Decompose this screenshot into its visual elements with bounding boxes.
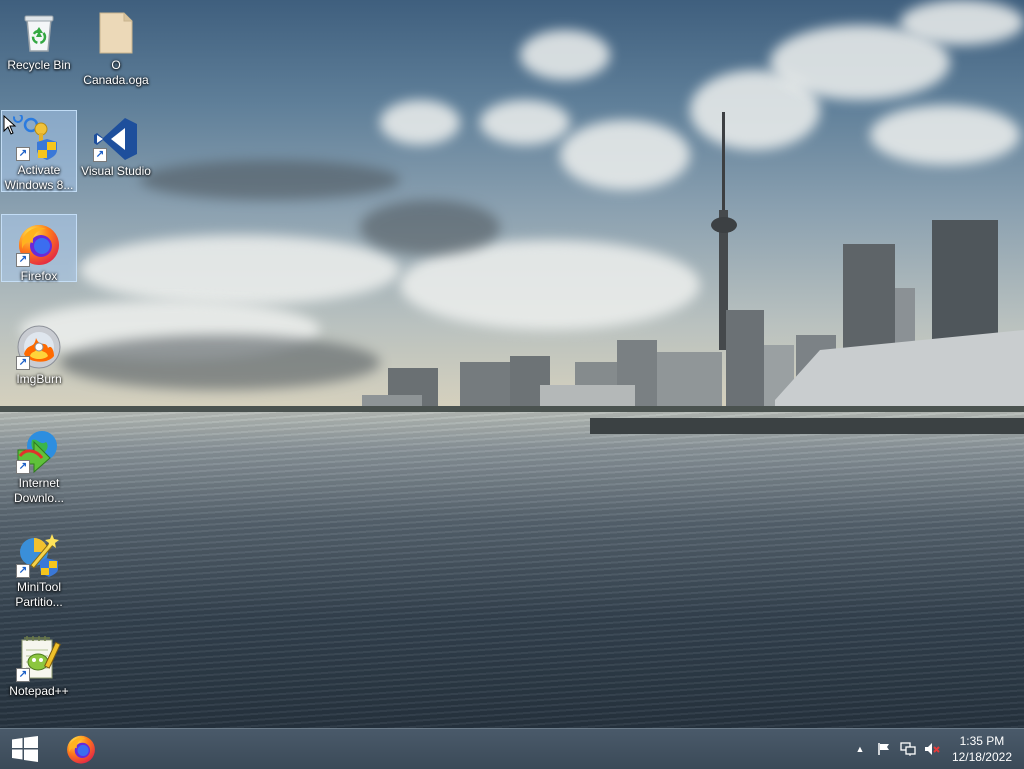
desktop-icon-label: MiniTool Partitio...	[15, 580, 63, 609]
recycle-bin-icon	[16, 10, 62, 56]
shortcut-arrow-icon: ↗	[93, 148, 107, 162]
clock-date: 12/18/2022	[951, 750, 1012, 764]
desktop-icon-minitool[interactable]: ↗ MiniTool Partitio...	[1, 526, 77, 610]
desktop-icon-label: Activate Windows 8...	[4, 163, 74, 192]
start-button[interactable]	[0, 729, 50, 769]
desktop-icon-visual-studio[interactable]: ↗ Visual Studio	[78, 110, 154, 179]
taskbar-clock[interactable]: 1:35 PM 12/18/2022	[944, 733, 1024, 765]
mouse-cursor-icon	[3, 113, 25, 142]
firefox-icon: ↗	[16, 221, 62, 267]
internet-download-manager-icon: ↗	[16, 428, 62, 474]
shortcut-arrow-icon: ↗	[16, 147, 30, 161]
volume-muted-icon[interactable]	[920, 729, 944, 769]
desktop-icon-label: Notepad++	[9, 684, 69, 698]
desktop-icon-firefox[interactable]: ↗ Firefox	[1, 214, 77, 283]
minitool-partition-icon: ↗	[16, 532, 62, 578]
shortcut-arrow-icon: ↗	[16, 356, 30, 370]
audio-file-icon	[93, 10, 139, 56]
wallpaper-water	[0, 412, 1024, 728]
imgburn-disc-icon: ↗	[16, 324, 62, 370]
shortcut-arrow-icon: ↗	[16, 460, 30, 474]
desktop-icon-label: Visual Studio	[81, 164, 151, 178]
desktop-icon-notepadpp[interactable]: ↗ Notepad++	[1, 630, 77, 699]
desktop-icon-label: Internet Downlo...	[13, 476, 65, 505]
network-icon[interactable]	[896, 729, 920, 769]
notepadpp-icon: ↗	[16, 636, 62, 682]
desktop-icon-label: O Canada.oga	[83, 58, 149, 87]
desktop-icon-label: Recycle Bin	[7, 58, 71, 72]
desktop-icon-canada-oga[interactable]: O Canada.oga	[78, 4, 154, 88]
desktop-icon-label: Firefox	[20, 269, 58, 283]
shortcut-arrow-icon: ↗	[16, 253, 30, 267]
taskbar: ▲ 1:35 PM 12/18/2022	[0, 728, 1024, 769]
firefox-icon	[67, 735, 95, 764]
shortcut-arrow-icon: ↗	[16, 564, 30, 578]
windows-logo-icon	[12, 736, 38, 762]
desktop-icon-label: ImgBurn	[16, 372, 62, 386]
clock-time: 1:35 PM	[959, 734, 1005, 748]
taskbar-firefox-button[interactable]	[58, 729, 104, 769]
show-hidden-icons-chevron-icon[interactable]: ▲	[848, 729, 872, 769]
shortcut-arrow-icon: ↗	[16, 668, 30, 682]
system-tray: ▲ 1:35 PM 12/18/2022	[848, 729, 1024, 769]
desktop-icon-imgburn[interactable]: ↗ ImgBurn	[1, 318, 77, 387]
visual-studio-icon: ↗	[93, 116, 139, 162]
wallpaper-pier	[590, 418, 1024, 434]
action-center-flag-icon[interactable]	[872, 729, 896, 769]
desktop-icon-internet-download[interactable]: ↗ Internet Downlo...	[1, 422, 77, 506]
desktop-icon-recycle-bin[interactable]: Recycle Bin	[1, 4, 77, 73]
